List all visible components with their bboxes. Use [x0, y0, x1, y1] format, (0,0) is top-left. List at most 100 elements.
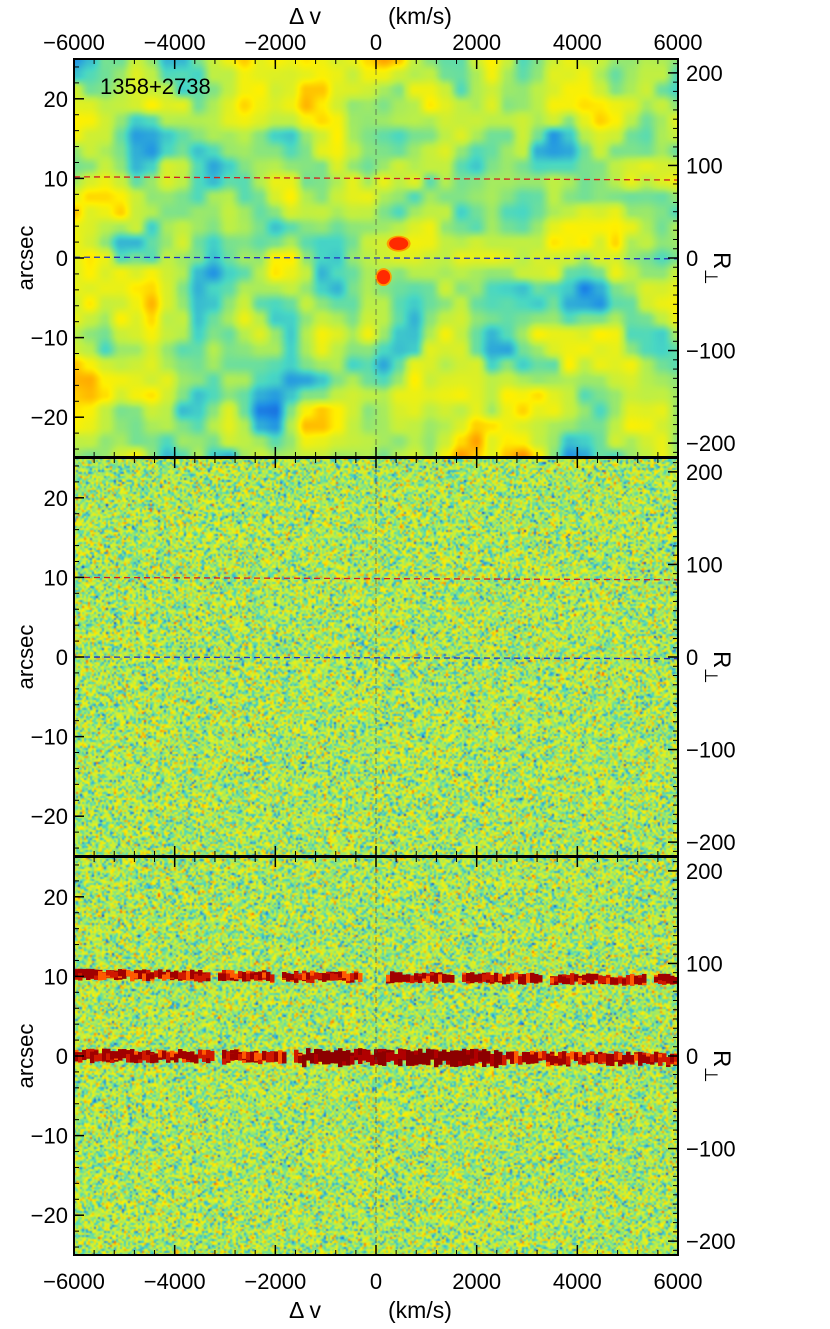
trace-segment — [590, 1054, 595, 1063]
trace-segment — [274, 1054, 279, 1062]
trace-segment — [582, 1054, 587, 1063]
trace-segment — [418, 1048, 423, 1060]
trace-segment — [610, 978, 615, 984]
x-tick-label-top: 6000 — [654, 30, 703, 55]
trace-segment — [314, 972, 319, 980]
trace-segment — [198, 1049, 203, 1059]
trace-segment — [550, 977, 555, 984]
trace-segment — [554, 976, 559, 982]
trace-segment — [514, 1051, 519, 1059]
trace-segment — [202, 973, 207, 982]
trace-segment — [366, 1050, 371, 1063]
x-tick-label-top: 2000 — [452, 30, 501, 55]
trace-segment — [178, 1050, 183, 1059]
trace-segment — [482, 1049, 487, 1061]
panel-raw-spectra — [74, 857, 678, 1255]
trace-segment — [618, 1052, 623, 1060]
trace-segment — [282, 971, 287, 979]
trace-segment — [182, 1051, 187, 1059]
trace-segment — [386, 974, 391, 982]
trace-segment — [506, 1051, 511, 1059]
trace-segment — [414, 973, 419, 981]
y-left-tick-label: −20 — [31, 804, 68, 829]
trace-segment — [390, 1052, 395, 1061]
y-left-tick-label: −10 — [31, 725, 68, 750]
trace-segment — [166, 1052, 171, 1061]
trace-segment — [654, 976, 659, 983]
trace-segment — [290, 974, 295, 981]
trace-segment — [98, 973, 103, 981]
trace-segment — [330, 973, 335, 981]
trace-segment — [134, 1054, 139, 1064]
trace-segment — [526, 1053, 531, 1062]
trace-segment — [306, 972, 311, 980]
panel-residual — [74, 458, 678, 856]
trace-segment — [326, 973, 331, 981]
trace-segment — [250, 1051, 255, 1061]
trace-segment — [206, 972, 211, 979]
y-left-axis-title: arcsec — [13, 625, 38, 690]
spectral-image-figure: −20−1001020−200−1000100200arcsec R⊥−20−10… — [13, 3, 736, 1323]
trace-segment — [150, 1054, 155, 1064]
trace-segment — [378, 1053, 383, 1066]
trace-segment — [410, 1052, 415, 1063]
object-label: 1358+2738 — [100, 74, 211, 99]
trace-segment — [190, 971, 195, 980]
trace-segment — [406, 975, 411, 982]
trace-segment — [82, 1049, 87, 1060]
trace-segment — [530, 972, 535, 979]
trace-segment — [450, 975, 455, 982]
x-tick-label-top: −6000 — [43, 30, 105, 55]
trace-segment — [430, 1049, 435, 1060]
trace-segment — [202, 1054, 207, 1062]
trace-segment — [182, 972, 187, 980]
trace-segment — [270, 974, 275, 982]
y-left-tick-label: −10 — [31, 1124, 68, 1149]
trace-segment — [122, 969, 127, 977]
x-tick-label-bottom: 2000 — [452, 1269, 501, 1294]
x-axis-symbol-bottom: Δ v — [289, 1297, 321, 1323]
trace-segment — [242, 1051, 247, 1059]
trace-segment — [614, 1051, 619, 1060]
trace-segment — [134, 973, 139, 979]
trace-segment — [598, 975, 603, 983]
trace-segment — [370, 1055, 375, 1066]
trace-segment — [102, 1054, 107, 1062]
trace-segment — [330, 1054, 335, 1064]
trace-segment — [446, 974, 451, 981]
y-left-tick-label: 0 — [56, 645, 68, 670]
trace-segment — [434, 976, 439, 984]
trace-segment — [146, 1054, 151, 1063]
trace-segment — [578, 977, 583, 985]
trace-segment — [154, 1055, 159, 1063]
y-right-tick-label: −200 — [686, 431, 736, 456]
trace-segment — [462, 974, 467, 982]
y-right-tick-label: 200 — [686, 61, 723, 86]
panels-group — [74, 59, 678, 1255]
trace-segment — [490, 1053, 495, 1064]
trace-segment — [586, 1052, 591, 1062]
trace-segment — [574, 974, 579, 982]
trace-segment — [626, 1051, 631, 1061]
y-right-axis-symbol: R — [708, 1050, 735, 1067]
trace-segment — [630, 978, 635, 986]
trace-segment — [486, 1051, 491, 1062]
trace-segment — [666, 973, 671, 980]
trace-segment — [562, 976, 567, 985]
x-tick-label-bottom: −4000 — [144, 1269, 206, 1294]
trace-segment — [110, 971, 115, 978]
trace-segment — [514, 972, 519, 980]
trace-segment — [270, 1051, 275, 1059]
trace-segment — [122, 1048, 127, 1059]
trace-segment — [658, 973, 663, 981]
trace-segment — [358, 1054, 363, 1064]
trace-segment — [442, 973, 447, 982]
trace-segment — [402, 1050, 407, 1059]
y-right-tick-label: −100 — [686, 1137, 736, 1162]
trace-segment — [306, 1052, 311, 1061]
y-right-axis-title: R⊥ — [701, 252, 735, 285]
trace-segment — [114, 971, 119, 978]
trace-segment — [162, 974, 167, 981]
trace-segment — [170, 1050, 175, 1058]
x-axis-unit-top: (km/s) — [388, 3, 452, 29]
